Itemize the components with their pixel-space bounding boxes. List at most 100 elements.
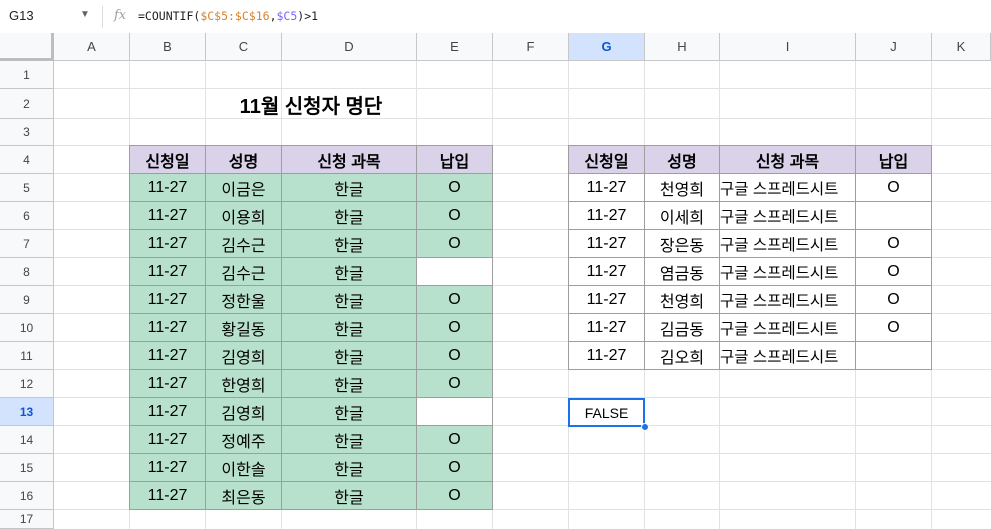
right-header-subject[interactable]: 신청 과목 (720, 146, 856, 174)
row-header-8[interactable]: 8 (0, 258, 54, 286)
left-cell-name[interactable]: 김수근 (206, 230, 282, 258)
right-cell-subject[interactable]: 구글 스프레드시트 (720, 258, 856, 286)
left-cell-name[interactable]: 이용희 (206, 202, 282, 230)
left-cell-subject[interactable]: 한글 (282, 398, 417, 426)
row-header-11[interactable]: 11 (0, 342, 54, 370)
left-cell-name[interactable]: 이한솔 (206, 454, 282, 482)
left-header-subject[interactable]: 신청 과목 (282, 146, 417, 174)
left-header-date[interactable]: 신청일 (130, 146, 206, 174)
left-cell-date[interactable]: 11-27 (130, 426, 206, 454)
row-header-16[interactable]: 16 (0, 482, 54, 510)
column-header-a[interactable]: A (54, 33, 130, 61)
left-cell-paid[interactable]: O (417, 314, 493, 342)
left-cell-paid[interactable] (417, 398, 493, 426)
left-cell-paid[interactable]: O (417, 454, 493, 482)
formula-input[interactable]: =COUNTIF($C$5:$C$16,$C5)>1 (138, 9, 318, 23)
row-header-14[interactable]: 14 (0, 426, 54, 454)
right-cell-name[interactable]: 김오희 (645, 342, 720, 370)
left-cell-date[interactable]: 11-27 (130, 482, 206, 510)
left-cell-paid[interactable]: O (417, 482, 493, 510)
left-header-name[interactable]: 성명 (206, 146, 282, 174)
column-header-f[interactable]: F (493, 33, 569, 61)
row-header-9[interactable]: 9 (0, 286, 54, 314)
selected-cell-g13[interactable]: FALSE (568, 398, 645, 427)
left-cell-paid[interactable]: O (417, 230, 493, 258)
left-cell-paid[interactable]: O (417, 286, 493, 314)
row-header-7[interactable]: 7 (0, 230, 54, 258)
right-header-date[interactable]: 신청일 (569, 146, 645, 174)
column-header-h[interactable]: H (645, 33, 720, 61)
left-cell-date[interactable]: 11-27 (130, 370, 206, 398)
right-cell-paid[interactable] (856, 342, 932, 370)
left-cell-paid[interactable]: O (417, 174, 493, 202)
row-header-5[interactable]: 5 (0, 174, 54, 202)
select-all-corner[interactable] (0, 33, 54, 61)
right-cell-subject[interactable]: 구글 스프레드시트 (720, 174, 856, 202)
left-cell-paid[interactable]: O (417, 202, 493, 230)
column-header-e[interactable]: E (417, 33, 493, 61)
fill-handle[interactable] (641, 423, 649, 431)
column-header-c[interactable]: C (206, 33, 282, 61)
left-cell-subject[interactable]: 한글 (282, 370, 417, 398)
right-cell-date[interactable]: 11-27 (569, 314, 645, 342)
row-header-10[interactable]: 10 (0, 314, 54, 342)
left-cell-date[interactable]: 11-27 (130, 454, 206, 482)
row-header-17[interactable]: 17 (0, 510, 54, 529)
left-cell-subject[interactable]: 한글 (282, 454, 417, 482)
left-cell-date[interactable]: 11-27 (130, 230, 206, 258)
left-cell-date[interactable]: 11-27 (130, 398, 206, 426)
left-cell-name[interactable]: 정예주 (206, 426, 282, 454)
left-cell-name[interactable]: 정한울 (206, 286, 282, 314)
column-header-i[interactable]: I (720, 33, 856, 61)
right-cell-paid[interactable]: O (856, 314, 932, 342)
left-cell-paid[interactable]: O (417, 342, 493, 370)
right-header-name[interactable]: 성명 (645, 146, 720, 174)
sheet-title[interactable]: 11월 신청자 명단 (206, 89, 416, 119)
right-cell-paid[interactable]: O (856, 286, 932, 314)
left-cell-subject[interactable]: 한글 (282, 230, 417, 258)
right-cell-name[interactable]: 이세희 (645, 202, 720, 230)
right-cell-subject[interactable]: 구글 스프레드시트 (720, 314, 856, 342)
left-cell-paid[interactable]: O (417, 370, 493, 398)
left-cell-subject[interactable]: 한글 (282, 258, 417, 286)
chevron-down-icon[interactable]: ▼ (80, 9, 90, 20)
right-cell-paid[interactable]: O (856, 174, 932, 202)
right-cell-name[interactable]: 천영희 (645, 286, 720, 314)
right-cell-date[interactable]: 11-27 (569, 258, 645, 286)
right-cell-name[interactable]: 염금동 (645, 258, 720, 286)
right-header-paid[interactable]: 납입 (856, 146, 932, 174)
row-header-12[interactable]: 12 (0, 370, 54, 398)
right-cell-subject[interactable]: 구글 스프레드시트 (720, 286, 856, 314)
column-header-j[interactable]: J (856, 33, 932, 61)
left-cell-date[interactable]: 11-27 (130, 286, 206, 314)
left-cell-paid[interactable] (417, 258, 493, 286)
left-cell-subject[interactable]: 한글 (282, 202, 417, 230)
left-cell-date[interactable]: 11-27 (130, 314, 206, 342)
row-header-15[interactable]: 15 (0, 454, 54, 482)
row-header-6[interactable]: 6 (0, 202, 54, 230)
column-header-d[interactable]: D (282, 33, 417, 61)
column-header-g[interactable]: G (569, 33, 645, 61)
left-cell-date[interactable]: 11-27 (130, 342, 206, 370)
right-cell-name[interactable]: 천영희 (645, 174, 720, 202)
left-cell-name[interactable]: 이금은 (206, 174, 282, 202)
right-cell-date[interactable]: 11-27 (569, 230, 645, 258)
row-header-2[interactable]: 2 (0, 89, 54, 119)
left-cell-name[interactable]: 김영희 (206, 398, 282, 426)
right-cell-paid[interactable] (856, 202, 932, 230)
left-cell-subject[interactable]: 한글 (282, 482, 417, 510)
right-cell-subject[interactable]: 구글 스프레드시트 (720, 202, 856, 230)
right-cell-subject[interactable]: 구글 스프레드시트 (720, 342, 856, 370)
left-cell-name[interactable]: 황길동 (206, 314, 282, 342)
right-cell-paid[interactable]: O (856, 230, 932, 258)
left-header-paid[interactable]: 납입 (417, 146, 493, 174)
column-header-k[interactable]: K (932, 33, 991, 61)
right-cell-name[interactable]: 김금동 (645, 314, 720, 342)
row-header-1[interactable]: 1 (0, 61, 54, 89)
right-cell-date[interactable]: 11-27 (569, 202, 645, 230)
left-cell-name[interactable]: 한영희 (206, 370, 282, 398)
row-header-13[interactable]: 13 (0, 398, 54, 426)
left-cell-date[interactable]: 11-27 (130, 258, 206, 286)
left-cell-date[interactable]: 11-27 (130, 174, 206, 202)
left-cell-paid[interactable]: O (417, 426, 493, 454)
